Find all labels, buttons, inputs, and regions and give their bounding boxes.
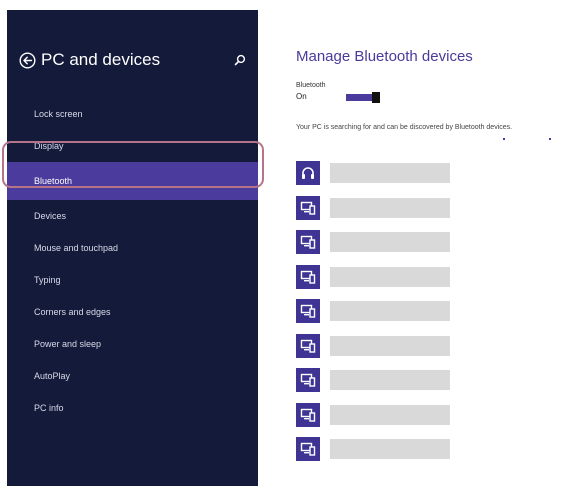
device-name-placeholder — [330, 335, 450, 356]
computer-device-icon — [296, 195, 320, 220]
device-name-placeholder — [330, 301, 450, 321]
device-name-placeholder — [330, 163, 450, 183]
device-name-placeholder — [330, 232, 450, 252]
device-name-placeholder — [330, 439, 450, 459]
computer-device-icon — [296, 299, 320, 323]
sidebar-item-display[interactable]: Display — [7, 130, 258, 162]
device-name-placeholder — [330, 197, 450, 218]
computer-device-icon — [296, 368, 320, 392]
sidebar-title: PC and devices — [41, 50, 161, 69]
toggle-thumb — [372, 92, 380, 103]
bluetooth-toggle[interactable] — [346, 92, 380, 103]
computer-device-icon — [296, 402, 320, 427]
decorative-dot — [549, 138, 551, 140]
sidebar-item-power-and-sleep[interactable]: Power and sleep — [7, 328, 258, 360]
sidebar-item-autoplay[interactable]: AutoPlay — [7, 360, 258, 392]
sidebar: PC and devices Lock screen Display Bluetoo… — [7, 10, 258, 486]
sidebar-item-pc-info[interactable]: PC info — [7, 392, 258, 424]
device-name-placeholder — [330, 370, 450, 390]
computer-device-icon — [296, 264, 320, 289]
computer-device-icon — [296, 230, 320, 254]
computer-device-icon — [296, 437, 320, 461]
sidebar-nav: Lock screen Display Bluetooth Devices Mouse … — [7, 98, 258, 424]
computer-device-icon — [296, 333, 320, 358]
sidebar-item-mouse-and-touchpad[interactable]: Mouse and touchpad — [7, 232, 258, 264]
bluetooth-toggle-label: Bluetooth — [296, 82, 326, 89]
search-icon[interactable] — [234, 54, 246, 66]
device-name-placeholder — [330, 266, 450, 287]
decorative-dot — [503, 138, 505, 140]
main-content: Manage Bluetooth devices Bluetooth On Yo… — [286, 0, 566, 486]
device-name-placeholder — [330, 404, 450, 425]
sidebar-item-lock-screen[interactable]: Lock screen — [7, 98, 258, 130]
sidebar-item-typing[interactable]: Typing — [7, 264, 258, 296]
sidebar-item-devices[interactable]: Devices — [7, 200, 258, 232]
bluetooth-status-text: Your PC is searching for and can be disc… — [296, 124, 513, 131]
back-arrow-circle-icon[interactable] — [19, 52, 36, 69]
sidebar-item-bluetooth[interactable]: Bluetooth — [7, 162, 258, 200]
pc-settings-screen: PC and devices Lock screen Display Bluetoo… — [0, 0, 566, 486]
sidebar-item-corners-and-edges[interactable]: Corners and edges — [7, 296, 258, 328]
bluetooth-toggle-state: On — [296, 92, 307, 101]
headphones-icon — [296, 161, 320, 185]
page-title: Manage Bluetooth devices — [296, 48, 473, 65]
